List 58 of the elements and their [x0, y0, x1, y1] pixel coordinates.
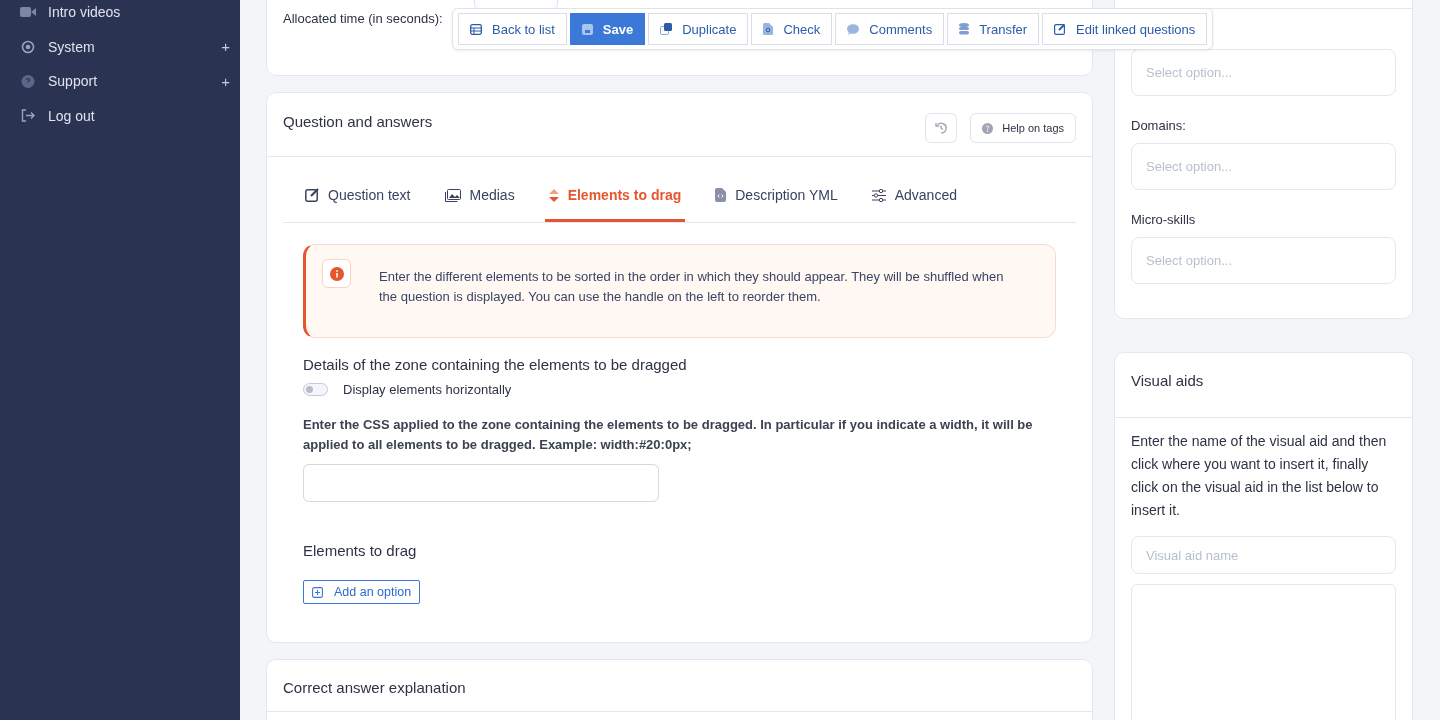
history-button[interactable] [925, 113, 958, 143]
sidebar-item[interactable]: System + [0, 29, 240, 64]
card-title: Correct answer explanation [283, 679, 466, 696]
sort-arrows-icon [548, 188, 559, 202]
video-camera-icon [20, 6, 36, 19]
toolbar-button[interactable]: Duplicate [648, 13, 749, 45]
toolbar-button[interactable]: Comments [835, 13, 945, 45]
speech-bubble-icon [847, 23, 860, 35]
target-icon [20, 39, 36, 54]
select-field[interactable]: Select option... [1131, 143, 1396, 190]
section-heading: Elements to drag [303, 542, 418, 559]
toolbar-button[interactable]: Transfer [947, 13, 1040, 45]
select-field[interactable]: Select option... [1131, 237, 1396, 284]
history-icon [935, 122, 948, 134]
help-icon [20, 74, 36, 88]
plus-square-icon [312, 586, 323, 598]
logout-icon [20, 109, 36, 123]
select-field[interactable]: Select option... [1131, 49, 1396, 96]
toolbar-button[interactable]: Back to list [458, 13, 567, 45]
help-text: Enter the CSS applied to the zone containing the elements to be dragged. In particular if you indicate a width, it will be applied to all elements to be dragged. Example: width:#20:0px; [303, 416, 1034, 454]
tab[interactable]: Medias [440, 171, 519, 222]
sidebar-item[interactable]: Support + [0, 64, 240, 99]
help-icon [982, 122, 994, 134]
field-label: Domains: [1131, 118, 1187, 133]
code-file-icon [715, 188, 727, 202]
sidebar-item[interactable]: Intro videos [0, 0, 240, 30]
toggle-label: Display elements horizontally [343, 382, 512, 397]
card-title: Question and answers [283, 112, 433, 130]
toolbar-button[interactable]: Edit linked questions [1042, 13, 1208, 45]
alert-text: Enter the different elements to be sorted in the order in which they should appear. They will be shuffled when the question is displayed. You can use the handle on the left to reorder them. [379, 268, 1005, 306]
toolbar-button[interactable]: Check [751, 13, 833, 45]
tab[interactable]: Advanced [867, 171, 961, 222]
image-icon [444, 188, 461, 202]
copy-icon [660, 23, 673, 35]
add-option-button[interactable]: Add an option [303, 580, 421, 604]
sidebar-item[interactable]: Log out [0, 98, 240, 133]
tab[interactable]: Description YML [711, 171, 842, 222]
field-label: Micro-skills [1131, 212, 1197, 227]
document-icon [763, 23, 774, 35]
toolbar-button[interactable]: Save [569, 13, 646, 45]
database-icon [959, 23, 970, 35]
list-icon [470, 23, 482, 35]
pencil-icon [1054, 23, 1067, 35]
info-icon [322, 259, 351, 288]
input-field[interactable] [303, 464, 659, 502]
tab[interactable]: Question text [301, 171, 415, 222]
expand-toggle[interactable]: + [221, 72, 230, 90]
field-label: Allocated time (in seconds): [283, 10, 443, 26]
instruction-text: Enter the name of the visual aid and then click where you want to insert it, finally click on the visual aid in the list below to insert it. [1131, 432, 1388, 520]
help-button[interactable]: Help on tags [970, 113, 1076, 143]
tab[interactable]: Elements to drag [544, 171, 686, 222]
input-field[interactable]: Visual aid name [1131, 536, 1396, 574]
card-title: Visual aids [1131, 371, 1204, 389]
sliders-icon [871, 188, 886, 202]
expand-toggle[interactable]: + [221, 38, 230, 56]
pencil-icon [305, 188, 319, 202]
section-heading: Details of the zone containing the elements to be dragged [303, 356, 688, 373]
toggle-switch[interactable] [303, 383, 328, 396]
